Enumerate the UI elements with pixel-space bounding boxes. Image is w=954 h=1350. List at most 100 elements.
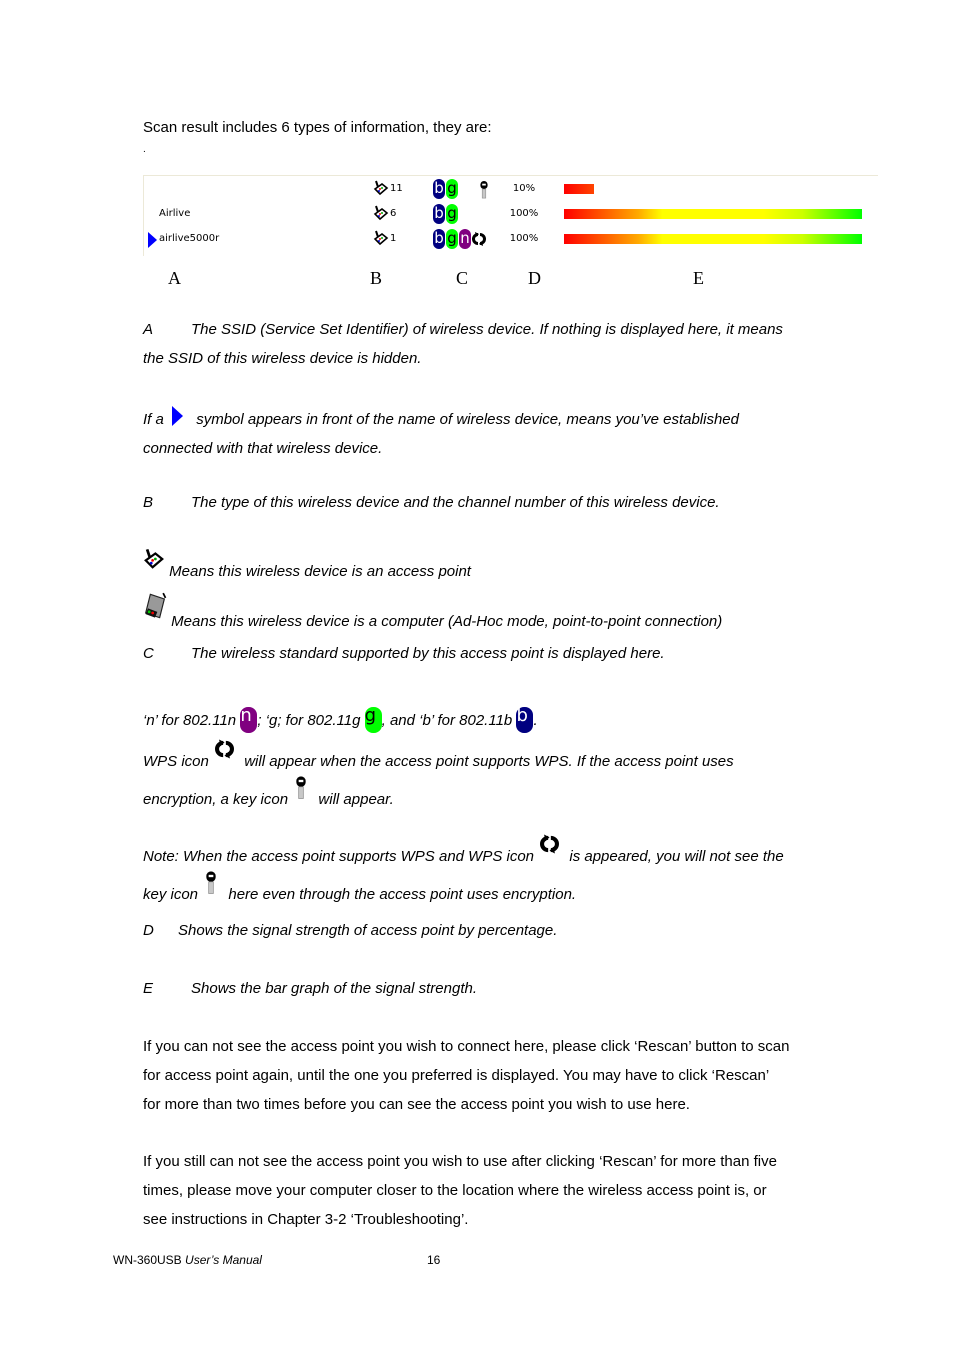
standard-b-icon: b — [433, 179, 445, 199]
wps-note: Note: When the access point supports WPS… — [143, 833, 843, 909]
note-text: here even through the access point uses … — [228, 886, 577, 903]
ap-legend: Means this wireless device is an access … — [143, 548, 843, 586]
signal-bar-rect — [564, 209, 862, 219]
section-c: C The wireless standard supported by this… — [143, 639, 843, 668]
standard-b-icon: b — [516, 707, 534, 733]
standard-b-icon: b — [433, 204, 445, 224]
access-point-icon — [373, 180, 389, 196]
column-letter-d: D — [528, 268, 541, 288]
intro-text: Scan result includes 6 types of informat… — [143, 119, 492, 136]
standards-group: b g n — [433, 229, 486, 249]
ap-legend-text: Means this wireless device is an access … — [169, 563, 471, 580]
note-text: symbol appears in front of the name of w… — [196, 411, 739, 428]
footer-product: WN-360USB — [113, 1253, 182, 1267]
column-letter-e: E — [693, 268, 704, 288]
standard-g-icon: g — [446, 179, 458, 199]
legend-text: ; ‘g; for 802.11g — [257, 712, 361, 729]
legend-text: will appear when the access point suppor… — [244, 753, 734, 770]
footer-title: WN-360USB User’s Manual — [113, 1253, 262, 1267]
paragraph-line: see instructions in Chapter 3-2 ‘Trouble… — [143, 1211, 469, 1228]
section-letter: C — [143, 645, 154, 662]
section-a-text-2: the SSID of this wireless device is hidd… — [143, 350, 422, 367]
note-text: is appeared, you will not see the — [569, 848, 784, 865]
note-text: connected with that wireless device. — [143, 440, 383, 458]
connected-arrow-icon — [172, 406, 184, 427]
signal-percent: 10% — [512, 183, 536, 194]
section-a-text: The SSID (Service Set Identifier) of wir… — [191, 321, 783, 338]
channel-number: 11 — [390, 183, 403, 194]
legend-text: WPS icon — [143, 753, 209, 770]
key-icon — [478, 181, 490, 199]
rescan-paragraph: If you can not see the access point you … — [143, 1032, 843, 1119]
access-point-icon — [373, 230, 389, 246]
wps-icon — [215, 738, 234, 760]
paragraph-line: for access point again, until the one yo… — [143, 1067, 770, 1084]
signal-bar-fill — [564, 234, 862, 244]
paragraph-line: If you still can not see the access poin… — [143, 1153, 777, 1170]
legend-text: encryption, a key icon — [143, 791, 289, 808]
signal-percent: 100% — [509, 208, 539, 219]
key-icon — [204, 871, 218, 895]
note-text: key icon — [143, 886, 199, 903]
stray-mark: . — [143, 144, 146, 155]
signal-bar — [564, 209, 862, 219]
section-letter: D — [143, 922, 154, 939]
scan-row[interactable]: 11 b g 10% — [144, 178, 878, 200]
section-letter: B — [143, 494, 154, 511]
scan-row[interactable]: Airlive 6 b g 100% — [144, 203, 878, 225]
channel-number: 6 — [390, 208, 397, 219]
standard-b-icon: b — [433, 229, 445, 249]
signal-bar-fill — [564, 209, 862, 219]
connected-arrow-icon — [148, 232, 157, 248]
wps-icon — [540, 833, 559, 855]
page-number: 16 — [427, 1253, 441, 1267]
column-letter-b: B — [370, 268, 383, 288]
legend-text: will appear. — [318, 791, 394, 808]
note-text: Note: When the access point supports WPS… — [143, 848, 535, 865]
adhoc-legend: Means this wireless device is a computer… — [143, 592, 843, 636]
wps-legend: WPS icon will appear when the access poi… — [143, 738, 843, 814]
standards-legend: ‘n’ for 802.11n n; ‘g; for 802.11g g, an… — [143, 706, 843, 735]
note-text: If a — [143, 411, 164, 428]
section-b: B The type of this wireless device and th… — [143, 488, 843, 517]
access-point-icon — [373, 205, 389, 221]
section-letter: A — [143, 321, 154, 338]
standard-n-icon: n — [459, 229, 471, 249]
standards-group: b g — [433, 204, 458, 224]
section-c-text: The wireless standard supported by this … — [191, 645, 665, 662]
signal-bar-rect — [564, 234, 862, 244]
section-e: E Shows the bar graph of the signal stren… — [143, 974, 843, 1003]
wps-icon — [472, 231, 486, 247]
section-d: D Shows the signal strength of access poi… — [143, 916, 843, 945]
standard-g-icon: g — [446, 229, 458, 249]
section-a: A The SSID (Service Set Identifier) of wi… — [143, 315, 843, 373]
paragraph-line: If you can not see the access point you … — [143, 1038, 790, 1055]
section-letter: E — [143, 980, 154, 997]
standard-g-icon: g — [364, 707, 382, 733]
legend-text: , and ‘b’ for 802.11b — [381, 712, 513, 729]
access-point-icon — [143, 548, 165, 570]
ssid-label: airlive5000r — [159, 233, 220, 244]
legend-text: ‘n’ for 802.11n — [143, 712, 237, 729]
channel-number: 1 — [390, 233, 397, 244]
signal-bar — [564, 184, 862, 194]
paragraph-line: for more than two times before you can s… — [143, 1096, 690, 1113]
connected-symbol-note: If a symbol appears in front of the name… — [143, 405, 843, 463]
troubleshooting-paragraph: If you still can not see the access poin… — [143, 1147, 843, 1234]
legend-text: . — [533, 712, 538, 729]
footer-manual: User’s Manual — [185, 1253, 262, 1267]
standard-g-icon: g — [446, 204, 458, 224]
section-d-text: Shows the signal strength of access poin… — [178, 922, 558, 939]
signal-bar-fill — [564, 184, 594, 194]
section-b-text: The type of this wireless device and the… — [191, 494, 720, 511]
signal-bar — [564, 234, 862, 244]
standard-n-icon: n — [240, 707, 258, 733]
adhoc-legend-text: Means this wireless device is a computer… — [171, 613, 723, 630]
key-icon — [294, 776, 308, 800]
adhoc-computer-icon — [143, 592, 167, 620]
column-letter-c: C — [456, 268, 469, 288]
scan-row-connected[interactable]: airlive5000r 1 b g n 100% — [144, 228, 878, 250]
ssid-label: Airlive — [159, 208, 191, 219]
paragraph-line: times, please move your computer closer … — [143, 1182, 767, 1199]
signal-bar-rect — [564, 184, 594, 194]
